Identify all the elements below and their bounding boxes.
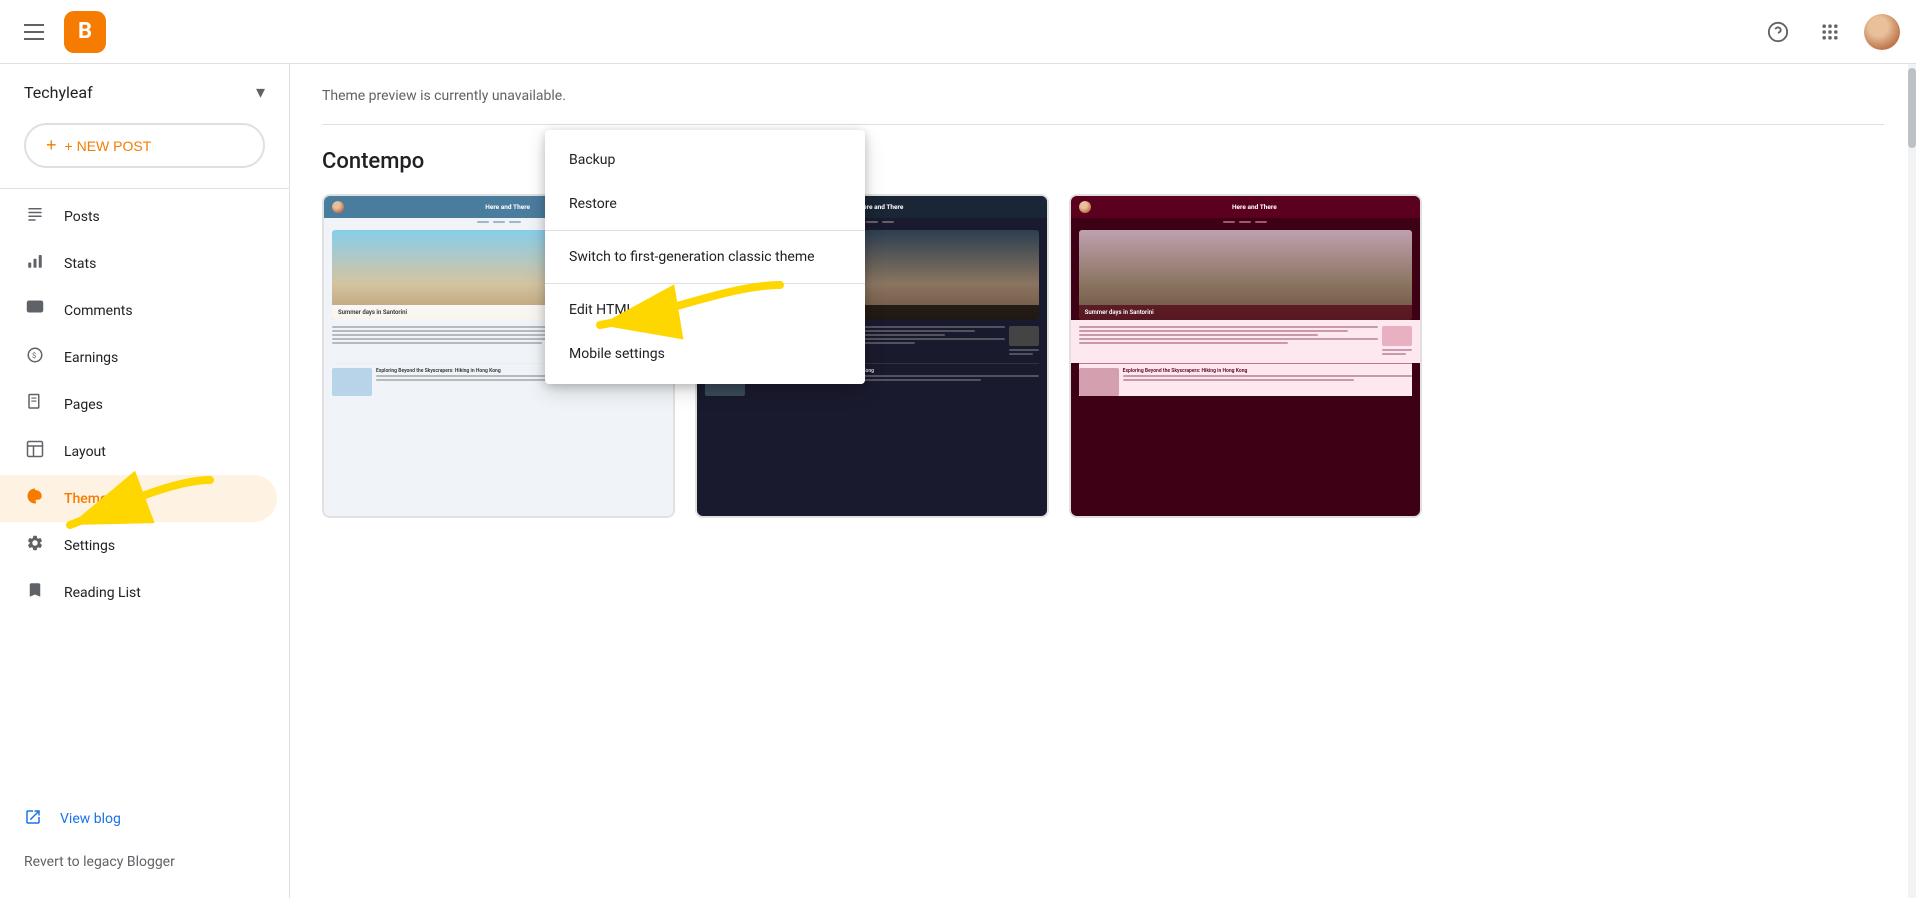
sidebar-item-earnings[interactable]: $ Earnings: [0, 334, 277, 381]
settings-icon: [24, 534, 46, 557]
blogger-logo[interactable]: B: [64, 11, 106, 53]
mock-hero-pink: Summer days in Santorini: [1079, 230, 1412, 320]
sidebar: Techyleaf ▾ + + NEW POST Posts Stats Com…: [0, 0, 290, 898]
topbar: B: [0, 0, 1916, 64]
external-link-icon: [24, 808, 42, 830]
topbar-right: [1760, 14, 1900, 50]
sidebar-item-theme[interactable]: Theme: [0, 475, 277, 522]
dropdown-switch-classic[interactable]: Switch to first-generation classic theme: [545, 235, 865, 279]
help-icon[interactable]: [1760, 14, 1796, 50]
pages-icon: [24, 393, 46, 416]
theme-card-pink[interactable]: Here and There Summer days in Santorini: [1069, 194, 1422, 518]
stats-label: Stats: [64, 256, 96, 272]
avatar[interactable]: [1864, 14, 1900, 50]
stats-icon: [24, 252, 46, 275]
comments-label: Comments: [64, 303, 133, 319]
apps-icon[interactable]: [1812, 14, 1848, 50]
layout-label: Layout: [64, 444, 106, 460]
reading-list-icon: [24, 581, 46, 604]
theme-label: Theme: [64, 491, 108, 507]
mock-post-title-pink: Summer days in Santorini: [1085, 309, 1406, 316]
themes-grid: Here and There Summer days in Santorini: [322, 194, 1422, 518]
blog-name-row[interactable]: Techyleaf ▾: [0, 64, 289, 115]
preview-message: Theme preview is currently unavailable.: [322, 88, 1884, 125]
revert-to-legacy[interactable]: Revert to legacy Blogger: [0, 842, 289, 882]
reading-list-label: Reading List: [64, 585, 141, 601]
topbar-left: B: [16, 11, 106, 53]
sidebar-item-comments[interactable]: Comments: [0, 287, 277, 334]
dropdown-mobile-settings[interactable]: Mobile settings: [545, 332, 865, 376]
blog-name: Techyleaf: [24, 83, 256, 102]
layout-icon: [24, 440, 46, 463]
posts-label: Posts: [64, 209, 100, 225]
pages-label: Pages: [64, 397, 103, 413]
dropdown-restore[interactable]: Restore: [545, 182, 865, 226]
sidebar-item-reading-list[interactable]: Reading List: [0, 569, 277, 616]
dropdown-menu: Backup Restore Switch to first-generatio…: [545, 130, 865, 384]
scrollbar-thumb[interactable]: [1908, 68, 1916, 148]
dropdown-backup[interactable]: Backup: [545, 138, 865, 182]
posts-icon: [24, 205, 46, 228]
dropdown-edit-html[interactable]: Edit HTML: [545, 288, 865, 332]
hamburger-icon[interactable]: [16, 16, 52, 48]
scrollbar-track: [1908, 64, 1916, 898]
sidebar-item-posts[interactable]: Posts: [0, 193, 277, 240]
sidebar-item-pages[interactable]: Pages: [0, 381, 277, 428]
dropdown-divider-1: [545, 230, 865, 231]
theme-icon: [24, 487, 46, 510]
settings-label: Settings: [64, 538, 115, 554]
earnings-icon: $: [24, 346, 46, 369]
mock-avatar-light: [332, 201, 344, 213]
sidebar-bottom: View blog Revert to legacy Blogger: [0, 780, 289, 898]
plus-icon: +: [46, 135, 57, 156]
svg-text:$: $: [32, 351, 36, 360]
main-content: Theme preview is currently unavailable. …: [290, 64, 1916, 898]
sidebar-item-stats[interactable]: Stats: [0, 240, 277, 287]
theme-preview-pink: Here and There Summer days in Santorini: [1071, 196, 1420, 516]
sidebar-divider-top: [0, 188, 289, 189]
comments-icon: [24, 299, 46, 322]
dropdown-divider-2: [545, 283, 865, 284]
mock-post2-title-pink: Exploring Beyond the Skyscrapers: Hiking…: [1123, 368, 1412, 374]
view-blog-label: View blog: [60, 811, 121, 827]
mock-title-pink: Here and There: [1097, 203, 1412, 211]
new-post-label: + NEW POST: [65, 138, 152, 154]
view-blog-item[interactable]: View blog: [0, 796, 289, 842]
new-post-button[interactable]: + + NEW POST: [24, 123, 265, 168]
blog-dropdown-arrow[interactable]: ▾: [256, 82, 265, 103]
sidebar-item-layout[interactable]: Layout: [0, 428, 277, 475]
mock-avatar-pink: [1079, 201, 1091, 213]
earnings-label: Earnings: [64, 350, 118, 366]
blog-mock-pink: Here and There Summer days in Santorini: [1071, 196, 1420, 516]
sidebar-item-settings[interactable]: Settings: [0, 522, 277, 569]
